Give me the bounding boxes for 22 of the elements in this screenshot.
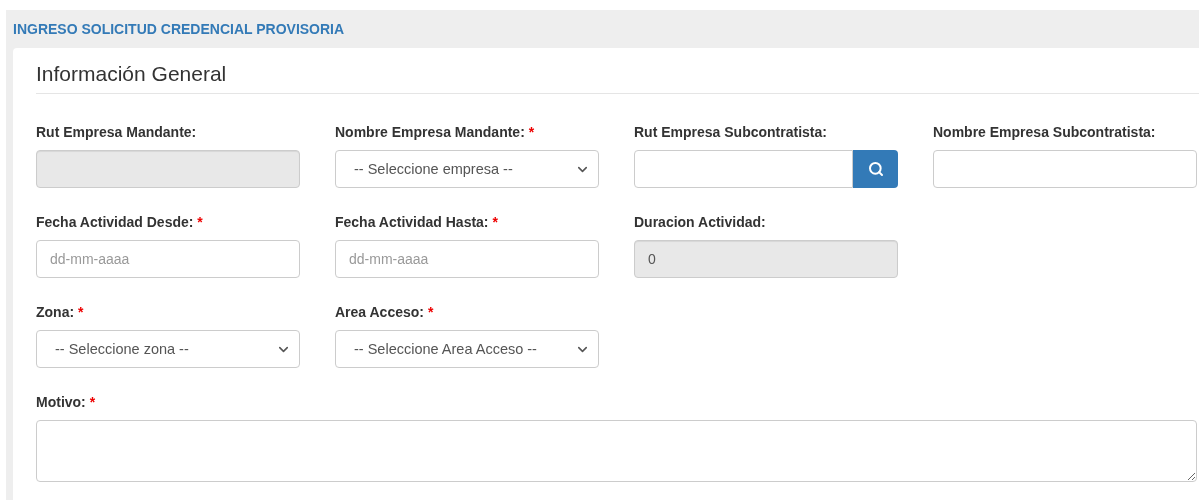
text-field[interactable]: dd-mm-aaaa	[36, 240, 300, 278]
field-label: Motivo: *	[36, 394, 97, 410]
field-label: Fecha Actividad Hasta: *	[335, 214, 499, 230]
search-icon	[867, 161, 884, 177]
text-field[interactable]: dd-mm-aaaa	[335, 240, 599, 278]
text-field[interactable]	[933, 150, 1197, 188]
section-title: Información General	[36, 62, 1199, 94]
field-label: Zona: *	[36, 304, 85, 320]
select-field[interactable]: -- Seleccione zona --	[36, 330, 300, 368]
text-area[interactable]	[36, 420, 1197, 482]
select-field[interactable]: -- Seleccione empresa --	[335, 150, 599, 188]
field-label: Rut Empresa Subcontratista:	[634, 124, 828, 140]
field-label: Fecha Actividad Desde: *	[36, 214, 204, 230]
text-field[interactable]	[634, 150, 853, 188]
page-title: INGRESO SOLICITUD CREDENCIAL PROVISORIA	[13, 21, 345, 37]
field-label: Nombre Empresa Subcontratista:	[933, 124, 1157, 140]
field-label: Rut Empresa Mandante:	[36, 124, 198, 140]
field-label: Area Acceso: *	[335, 304, 435, 320]
field-label: Duracion Actividad:	[634, 214, 767, 230]
field-label: Nombre Empresa Mandante: *	[335, 124, 536, 140]
search-button[interactable]	[853, 150, 898, 188]
select-field[interactable]: -- Seleccione Area Acceso --	[335, 330, 599, 368]
